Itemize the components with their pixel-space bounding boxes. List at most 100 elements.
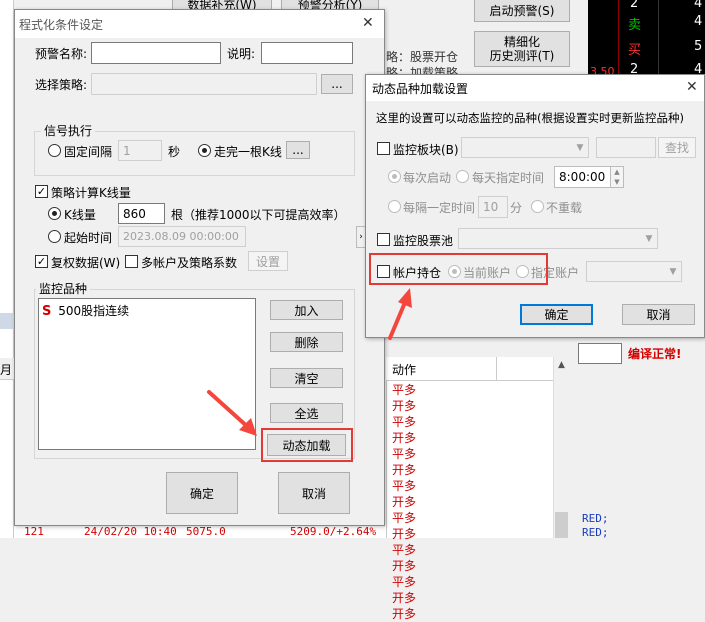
monitor-pool-checkbox[interactable]: [377, 233, 390, 246]
search-button[interactable]: 查找: [658, 137, 696, 158]
multi-account-checkbox[interactable]: [125, 255, 138, 268]
code-fragment: RED;: [582, 526, 609, 539]
action-cell: 开多: [392, 607, 417, 621]
main-dialog: 程式化条件设定 ✕ 预警名称: 说明: 选择策略: ... 信号执行 固定间隔 …: [14, 9, 385, 526]
action-cell: 开多: [392, 431, 417, 445]
monitor-block-checkbox[interactable]: [377, 142, 390, 155]
cancel-button[interactable]: 取消: [278, 472, 350, 514]
alert-name-label: 预警名称:: [35, 47, 88, 61]
monitor-pool-label[interactable]: 监控股票池: [393, 232, 453, 249]
action-cell: 开多: [392, 559, 417, 573]
restore-data-label[interactable]: 复权数据(W): [51, 254, 120, 271]
scrollbar-thumb[interactable]: [555, 512, 568, 538]
multi-account-label[interactable]: 多帐户及策略系数: [141, 254, 237, 271]
add-button[interactable]: 加入: [270, 300, 343, 320]
dynamic-ok-button[interactable]: 确定: [520, 304, 593, 325]
scrollbar[interactable]: [553, 357, 570, 538]
main-dialog-title: 程式化条件设定: [19, 18, 104, 32]
scrollbar-up-icon[interactable]: ▲: [553, 357, 570, 374]
quote-cell: 2: [630, 0, 639, 11]
clear-button[interactable]: 清空: [270, 368, 343, 388]
close-icon[interactable]: ✕: [362, 15, 374, 31]
action-cell: 平多: [392, 511, 417, 525]
fixed-interval-radio[interactable]: [48, 144, 61, 157]
chevron-down-icon: ▼: [645, 233, 653, 244]
start-time-label[interactable]: 起始时间: [64, 229, 112, 246]
left-header-label: 月: [0, 363, 13, 377]
left-strip: [0, 0, 14, 538]
arrow-icon: [207, 390, 257, 436]
bars-count-label[interactable]: K线量: [64, 206, 96, 223]
fine-label: 精细化: [503, 35, 540, 49]
bars-count-hint: 根（推荐1000以下可提高效率）: [171, 208, 346, 222]
specified-account-select[interactable]: ▼: [586, 261, 682, 282]
description-input[interactable]: [261, 42, 353, 64]
minutes-label: 分: [510, 201, 523, 215]
strategy-browse-button[interactable]: ...: [321, 74, 353, 94]
list-item-name: 500股指连续: [58, 304, 130, 318]
quote-cell: 4: [694, 0, 703, 11]
action-cell: 开多: [392, 495, 417, 509]
bars-count-input[interactable]: 860: [118, 203, 165, 224]
calc-bars-checkbox[interactable]: ✓: [35, 185, 48, 198]
complete-bar-radio[interactable]: [198, 144, 211, 157]
fixed-interval-label[interactable]: 固定间隔: [64, 143, 112, 160]
strategy-label: 选择策略:: [35, 78, 88, 92]
block-search-input[interactable]: [596, 137, 656, 158]
start-time-radio[interactable]: [48, 230, 61, 243]
action-cell: 平多: [392, 415, 417, 429]
action-cell: 平多: [392, 575, 417, 589]
monitor-block-label[interactable]: 监控板块(B): [393, 141, 459, 158]
daily-time-label[interactable]: 每天指定时间: [472, 169, 544, 186]
stock-icon: S: [42, 304, 52, 319]
list-item[interactable]: S 500股指连续: [42, 302, 130, 319]
compile-status: 编译正常!: [628, 347, 682, 361]
complete-bar-label[interactable]: 走完一根K线: [214, 143, 282, 160]
header-divider: [496, 357, 497, 381]
delete-button[interactable]: 删除: [270, 332, 343, 352]
compile-input[interactable]: [578, 343, 622, 364]
restore-data-checkbox[interactable]: ✓: [35, 255, 48, 268]
start-time-input[interactable]: 2023.08.09 00:00:00: [118, 226, 246, 247]
strategy-fragment-1: 略：股票开仓: [386, 50, 459, 64]
dynamic-dialog-title: 动态品种加载设置: [372, 82, 469, 96]
fixed-interval-input[interactable]: 1: [118, 140, 162, 161]
select-all-button[interactable]: 全选: [270, 403, 343, 423]
history-eval-label: 历史测评(T): [489, 49, 555, 63]
interval-radio[interactable]: [388, 200, 401, 213]
calc-bars-label[interactable]: 策略计算K线量: [51, 184, 131, 201]
interval-input[interactable]: 10: [478, 196, 508, 218]
daily-time-radio[interactable]: [456, 170, 469, 183]
monitor-block-select[interactable]: ▼: [461, 137, 589, 158]
complete-bar-options-button[interactable]: ...: [286, 141, 310, 159]
action-cell: 开多: [392, 399, 417, 413]
strategy-input[interactable]: [91, 73, 317, 95]
time-spinner[interactable]: ▲ ▼: [610, 166, 624, 188]
chevron-down-icon: ▼: [669, 266, 677, 277]
close-icon[interactable]: ✕: [686, 79, 698, 95]
action-cell: 开多: [392, 591, 417, 605]
monitor-pool-select[interactable]: ▼: [458, 228, 658, 249]
description-label: 说明:: [227, 47, 256, 61]
dynamic-dialog-titlebar[interactable]: 动态品种加载设置 ✕: [366, 75, 704, 101]
bars-count-radio[interactable]: [48, 207, 61, 220]
action-cell: 平多: [392, 383, 417, 397]
dynamic-cancel-button[interactable]: 取消: [622, 304, 695, 325]
alert-name-input[interactable]: [91, 42, 221, 64]
action-header: 动作: [392, 363, 417, 377]
start-alert-button[interactable]: 启动预警(S): [474, 0, 570, 22]
account-holding-highlight: [369, 253, 548, 285]
settings-button[interactable]: 设置: [248, 251, 288, 271]
dynamic-dialog: 动态品种加载设置 ✕ 这里的设置可以动态监控的品种(根据设置实时更新监控品种) …: [365, 74, 705, 338]
no-reload-radio[interactable]: [531, 200, 544, 213]
each-start-radio[interactable]: [388, 170, 401, 183]
main-dialog-titlebar[interactable]: 程式化条件设定 ✕: [15, 10, 384, 38]
no-reload-label[interactable]: 不重载: [546, 199, 582, 216]
each-start-label[interactable]: 每次启动: [403, 169, 451, 186]
action-cell: 开多: [392, 527, 417, 541]
interval-label[interactable]: 每隔一定时间: [403, 199, 475, 216]
historical-evaluation-button[interactable]: 精细化 历史测评(T): [474, 31, 570, 67]
action-cell: 平多: [392, 447, 417, 461]
ok-button[interactable]: 确定: [166, 472, 238, 514]
seconds-label: 秒: [168, 145, 181, 159]
